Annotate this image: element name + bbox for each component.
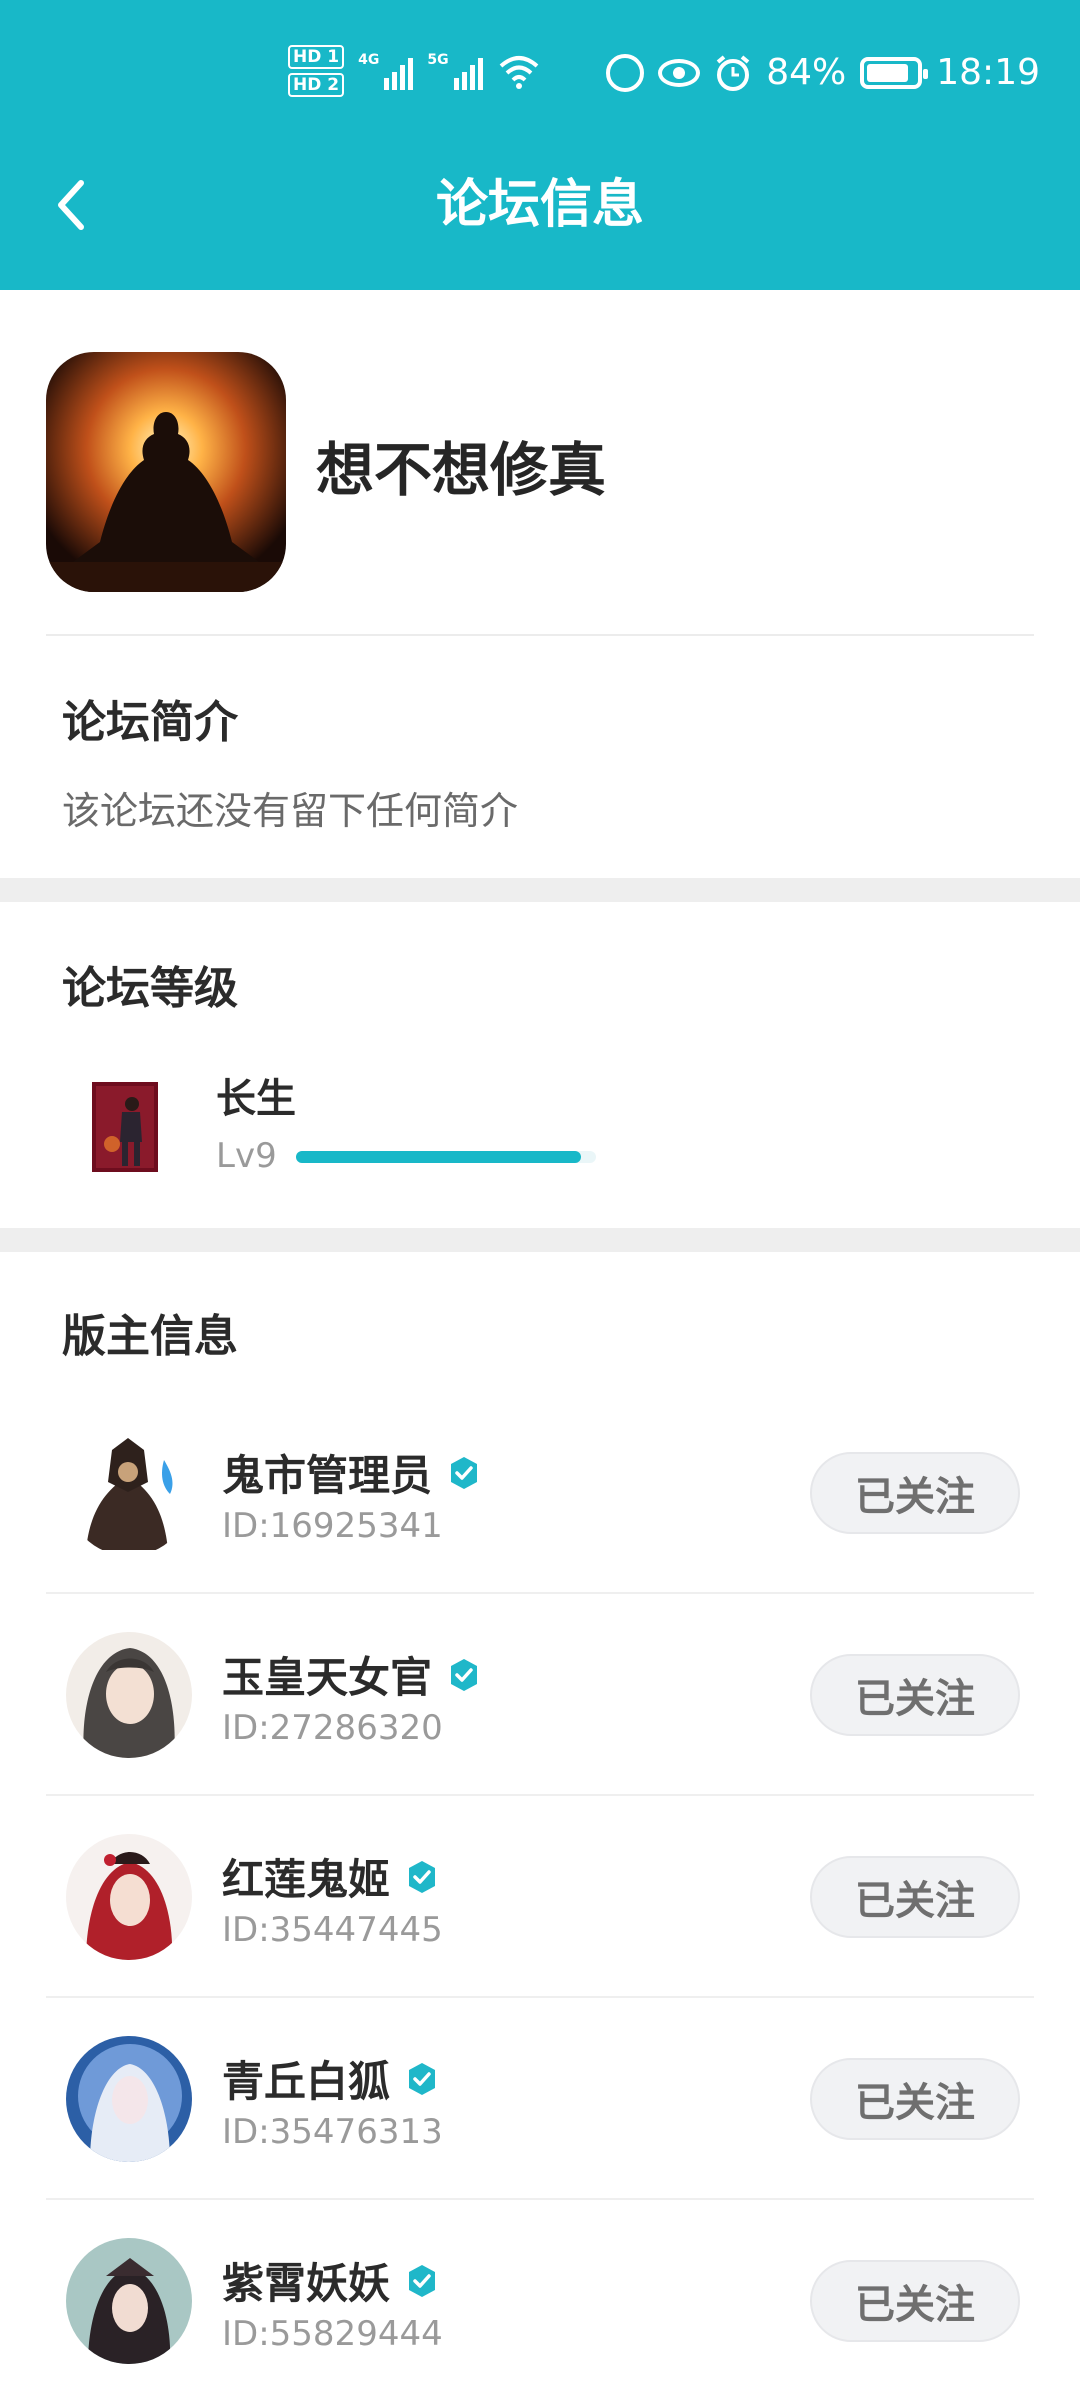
following-button[interactable]: 已关注 — [810, 2260, 1020, 2342]
page-title: 论坛信息 — [435, 175, 644, 235]
level-number: Lv9 — [216, 1136, 277, 1176]
level-progress-bar — [296, 1151, 596, 1163]
section-gap — [0, 1228, 1080, 1252]
moderator-row[interactable]: 青丘白狐 ID:35476313 已关注 — [0, 1998, 1080, 2200]
moderator-name-wrap: 紫霄妖妖 — [222, 2250, 440, 2311]
moderator-name-wrap: 青丘白狐 — [222, 2048, 440, 2109]
avatar[interactable] — [66, 1430, 192, 1556]
moderator-name: 玉皇天女官 — [222, 1653, 433, 1702]
following-button[interactable]: 已关注 — [810, 1452, 1020, 1534]
moderator-name: 紫霄妖妖 — [222, 2259, 391, 2308]
moderator-id: ID:35476313 — [222, 2112, 443, 2152]
verified-icon — [409, 2062, 436, 2095]
following-button[interactable]: 已关注 — [810, 2058, 1020, 2140]
avatar[interactable] — [66, 1632, 192, 1758]
moderator-row[interactable]: 鬼市管理员 ID:16925341 已关注 — [0, 1392, 1080, 1594]
signal-5g-icon: 5G — [427, 52, 483, 90]
battery-icon — [860, 56, 929, 89]
status-left: HD 1 HD 2 4G 5G — [288, 45, 541, 97]
wifi-icon — [499, 56, 538, 89]
moderator-row[interactable]: 红莲鬼姬 ID:35447445 已关注 — [0, 1796, 1080, 1998]
avatar[interactable] — [66, 2238, 192, 2364]
net1-label: 4G — [358, 52, 380, 68]
moderators-title: 版主信息 — [62, 1311, 238, 1362]
intro-text: 该论坛还没有留下任何简介 — [62, 789, 519, 833]
moderator-name-wrap: 红莲鬼姬 — [222, 1846, 440, 1907]
avatar[interactable] — [66, 1834, 192, 1960]
alarm-icon — [716, 54, 750, 91]
forum-name: 想不想修真 — [316, 436, 607, 504]
verified-icon — [451, 1456, 478, 1489]
net2-label: 5G — [427, 52, 449, 68]
level-badge-image — [92, 1082, 158, 1172]
moderator-row[interactable]: 玉皇天女官 ID:27286320 已关注 — [0, 1594, 1080, 1796]
moderator-id: ID:55829444 — [222, 2314, 443, 2354]
moderator-name-wrap: 玉皇天女官 — [222, 1644, 482, 1705]
moderator-name-wrap: 鬼市管理员 — [222, 1442, 482, 1503]
signal-4g-icon: 4G — [358, 52, 414, 90]
forum-icon[interactable] — [46, 352, 286, 592]
forum-meditation-image — [46, 352, 286, 592]
moderator-name: 青丘白狐 — [222, 2057, 391, 2106]
following-button[interactable]: 已关注 — [810, 1654, 1020, 1736]
hd-indicator: HD 1 HD 2 — [288, 45, 345, 97]
moderator-id: ID:16925341 — [222, 1506, 443, 1546]
divider — [46, 634, 1034, 636]
clock: 18:19 — [936, 52, 1040, 93]
data-saver-icon — [606, 53, 645, 92]
level-progress-fill — [296, 1151, 581, 1163]
hd2-label: HD 2 — [288, 73, 345, 97]
forum-card: 想不想修真 — [0, 290, 1080, 635]
status-bar: HD 1 HD 2 4G 5G 84% 18:19 — [0, 0, 1080, 150]
following-button[interactable]: 已关注 — [810, 1856, 1020, 1938]
status-right: 84% 18:19 — [606, 52, 1040, 93]
verified-icon — [451, 1658, 478, 1691]
verified-icon — [409, 2264, 436, 2297]
verified-icon — [409, 1860, 436, 1893]
hd1-label: HD 1 — [288, 45, 345, 69]
moderator-name: 鬼市管理员 — [222, 1451, 433, 1500]
eye-comfort-icon — [658, 58, 701, 87]
intro-title: 论坛简介 — [62, 697, 238, 748]
level-title: 论坛等级 — [62, 963, 238, 1014]
moderator-name: 红莲鬼姬 — [222, 1855, 391, 1904]
moderator-row[interactable]: 紫霄妖妖 ID:55829444 已关注 — [0, 2200, 1080, 2400]
avatar[interactable] — [66, 2036, 192, 2162]
moderator-id: ID:35447445 — [222, 1910, 443, 1950]
moderator-id: ID:27286320 — [222, 1708, 443, 1748]
section-gap — [0, 878, 1080, 902]
level-name: 长生 — [216, 1076, 296, 1122]
battery-percent: 84% — [766, 52, 847, 93]
app-header: HD 1 HD 2 4G 5G 84% 18:19 论坛信息 — [0, 0, 1080, 290]
